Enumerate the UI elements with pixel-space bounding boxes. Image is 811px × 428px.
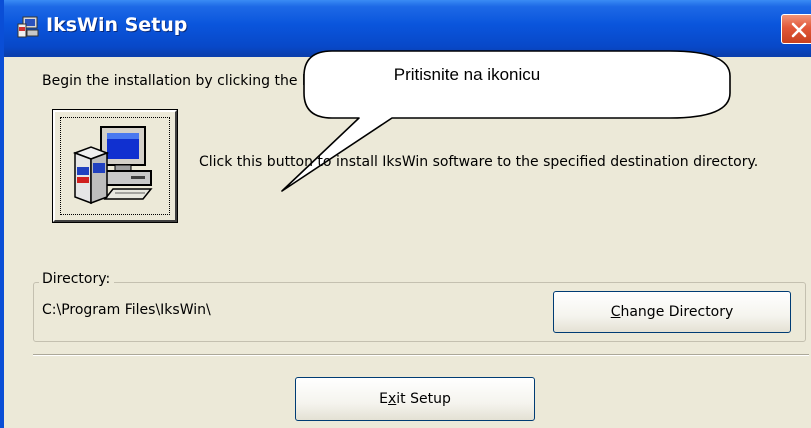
close-button[interactable] [781, 14, 811, 44]
close-icon [791, 22, 807, 38]
setup-icon [17, 16, 39, 38]
install-description: Click this button to install IksWin soft… [199, 154, 759, 170]
separator [33, 354, 809, 356]
computer-install-icon [72, 126, 153, 205]
install-button[interactable] [52, 109, 178, 223]
exit-setup-button[interactable]: Exit Setup [295, 377, 535, 421]
setup-window: IksWin Setup Begin the installation by c… [0, 0, 811, 428]
change-directory-label: hange Directory [620, 304, 734, 320]
exit-label-end: it Setup [396, 391, 451, 407]
change-directory-button[interactable]: Change Directory [553, 291, 791, 333]
directory-label: Directory: [39, 271, 115, 287]
window-title: IksWin Setup [46, 14, 188, 36]
directory-path: C:\Program Files\IksWin\ [42, 302, 211, 318]
exit-label-start: E [379, 391, 388, 407]
callout-text: Pritisnite na ikonicu [393, 65, 541, 84]
